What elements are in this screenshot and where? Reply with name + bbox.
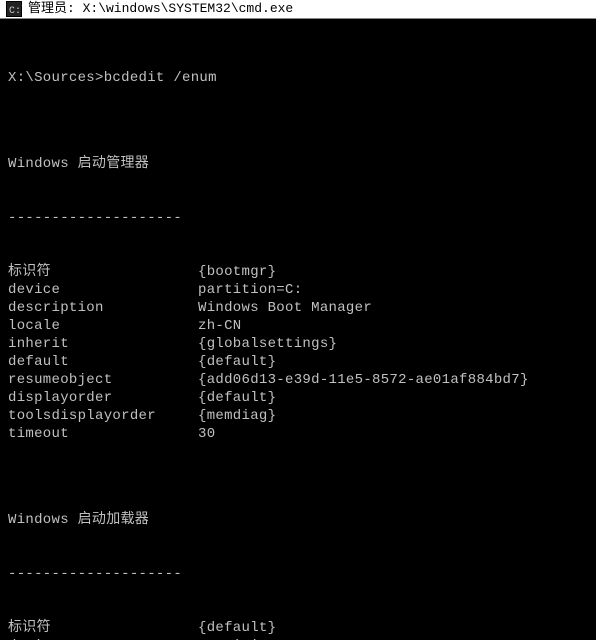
kv-value: {memdiag} xyxy=(198,407,276,425)
terminal-output[interactable]: X:\Sources>bcdedit /enum Windows 启动管理器 -… xyxy=(0,19,596,640)
cmd-icon: C:\ xyxy=(6,1,22,17)
kv-row: toolsdisplayorder{memdiag} xyxy=(8,407,588,425)
kv-value: {default} xyxy=(198,353,276,371)
section-rows: 标识符{bootmgr}devicepartition=C:descriptio… xyxy=(8,263,588,443)
section-title: Windows 启动管理器 xyxy=(8,155,588,173)
kv-key: resumeobject xyxy=(8,371,198,389)
kv-row: timeout30 xyxy=(8,425,588,443)
kv-value: 30 xyxy=(198,425,215,443)
cmd-window: C:\ 管理员: X:\windows\SYSTEM32\cmd.exe X:\… xyxy=(0,0,596,640)
kv-row: localezh-CN xyxy=(8,317,588,335)
section-divider: -------------------- xyxy=(8,565,588,583)
titlebar[interactable]: C:\ 管理员: X:\windows\SYSTEM32\cmd.exe xyxy=(0,0,596,19)
section-rows: 标识符{default}devicepartition=D:path\Windo… xyxy=(8,619,588,640)
kv-key: 标识符 xyxy=(8,263,198,281)
kv-key: default xyxy=(8,353,198,371)
command-text: bcdedit /enum xyxy=(104,69,217,87)
kv-value: {globalsettings} xyxy=(198,335,337,353)
kv-value: {bootmgr} xyxy=(198,263,276,281)
kv-key: displayorder xyxy=(8,389,198,407)
kv-row: devicepartition=C: xyxy=(8,281,588,299)
kv-row: 标识符{default} xyxy=(8,619,588,637)
titlebar-text: 管理员: X:\windows\SYSTEM32\cmd.exe xyxy=(28,0,293,18)
section-title: Windows 启动加载器 xyxy=(8,511,588,529)
kv-key: 标识符 xyxy=(8,619,198,637)
kv-value: {default} xyxy=(198,619,276,637)
svg-text:C:\: C:\ xyxy=(9,5,22,17)
kv-key: locale xyxy=(8,317,198,335)
kv-row: inherit{globalsettings} xyxy=(8,335,588,353)
kv-row: descriptionWindows Boot Manager xyxy=(8,299,588,317)
prompt-line: X:\Sources>bcdedit /enum xyxy=(8,69,588,87)
kv-row: resumeobject{add06d13-e39d-11e5-8572-ae0… xyxy=(8,371,588,389)
kv-value: zh-CN xyxy=(198,317,242,335)
kv-value: partition=C: xyxy=(198,281,302,299)
kv-value: Windows Boot Manager xyxy=(198,299,372,317)
kv-row: default{default} xyxy=(8,353,588,371)
kv-row: 标识符{bootmgr} xyxy=(8,263,588,281)
kv-row: displayorder{default} xyxy=(8,389,588,407)
prompt-path: X:\Sources> xyxy=(8,69,104,87)
kv-key: timeout xyxy=(8,425,198,443)
kv-key: inherit xyxy=(8,335,198,353)
kv-key: device xyxy=(8,281,198,299)
section-divider: -------------------- xyxy=(8,209,588,227)
kv-value: {default} xyxy=(198,389,276,407)
kv-value: {add06d13-e39d-11e5-8572-ae01af884bd7} xyxy=(198,371,529,389)
kv-key: description xyxy=(8,299,198,317)
kv-key: toolsdisplayorder xyxy=(8,407,198,425)
